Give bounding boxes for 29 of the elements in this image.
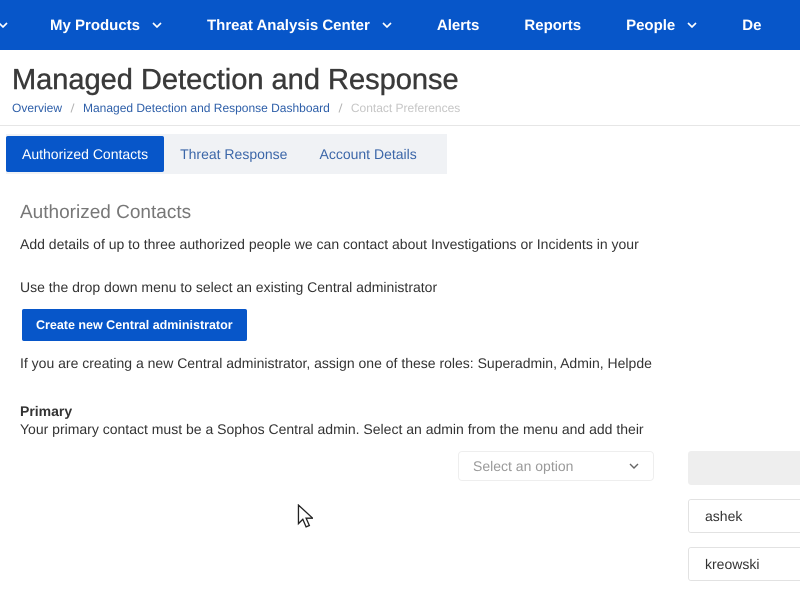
chevron-down-icon (687, 22, 698, 28)
breadcrumb-separator-icon (338, 103, 343, 113)
page-title: Managed Detection and Response (12, 64, 460, 97)
hint-text: Use the drop down menu to select an existing Central administrator (20, 279, 438, 295)
roles-note: If you are creating a new Central administrator, assign one of these roles: Superadmin, Admin, Helpde (20, 355, 653, 371)
primary-heading: Primary (20, 403, 74, 419)
breadcrumb-separator-icon (70, 103, 76, 113)
tab[interactable]: Account Details (303, 136, 433, 172)
mouse-pointer-icon (297, 504, 313, 528)
nav-menu-item[interactable]: Threat Analysis Center (187, 0, 417, 50)
chevron-down-icon (152, 22, 162, 28)
input-field[interactable]: kreowski (688, 547, 800, 581)
tab[interactable]: Threat Response (164, 136, 304, 172)
create-admin-button[interactable]: Create new Central administrator (22, 309, 247, 341)
breadcrumb-link[interactable]: Managed Detection and Response Dashboard (83, 101, 330, 115)
chevron-down-icon (382, 22, 392, 28)
nav-menu-item[interactable]: My Products (30, 0, 188, 50)
nav-menu-item[interactable]: Reports (504, 0, 606, 50)
nav-menu-item[interactable]: People (606, 0, 722, 50)
tab[interactable]: Authorized Contacts (6, 136, 164, 172)
section-heading: Authorized Contacts (20, 202, 192, 224)
primary-description: Your primary contact must be a Sophos Central admin. Select an admin from the menu and add their (20, 421, 645, 437)
nav-menu-item[interactable]: De (722, 0, 786, 50)
intro-text: Add details of up to three authorized people we can contact about Investigations or Incidents in your (20, 236, 640, 252)
input-field[interactable]: ashek (688, 499, 800, 533)
nav-menu-item[interactable]: Alerts (416, 0, 504, 50)
chevron-down-icon (0, 22, 8, 28)
breadcrumb-link[interactable]: Overview (12, 101, 62, 115)
chevron-down-icon (629, 463, 639, 469)
